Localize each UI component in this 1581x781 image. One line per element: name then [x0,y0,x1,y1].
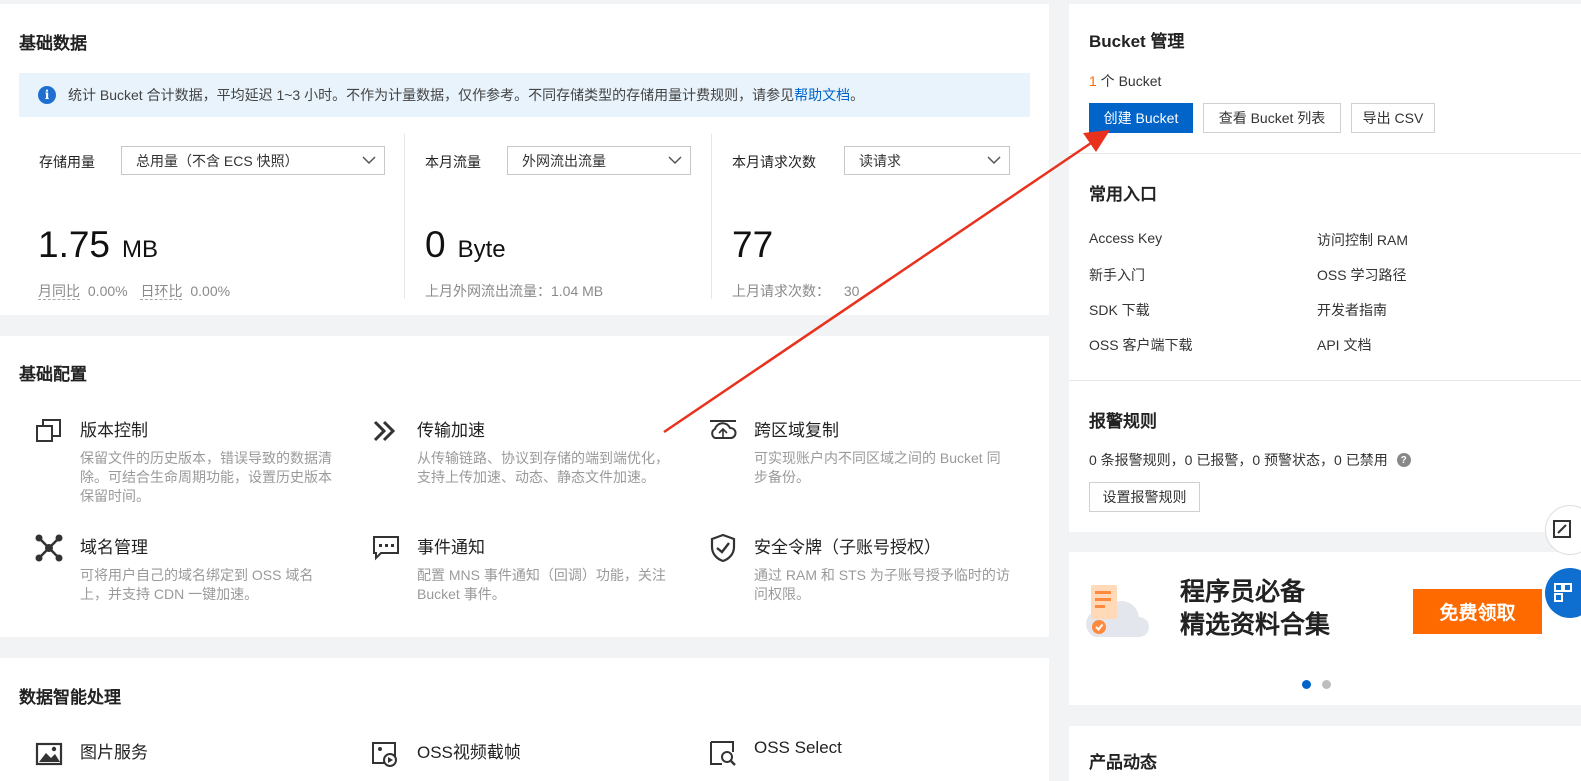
oss-overview-page: 基础数据 i 统计 Bucket 合计数据，平均延迟 1~3 小时。不作为计量数… [0,0,1581,781]
annotation-arrow [663,130,1110,434]
